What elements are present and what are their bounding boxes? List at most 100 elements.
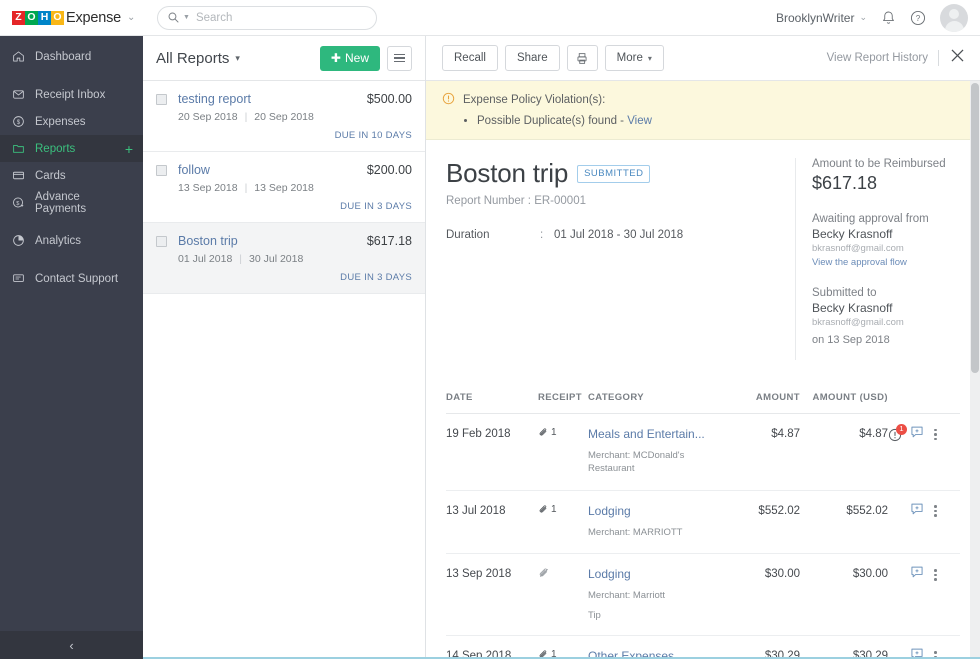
report-name[interactable]: testing report — [178, 92, 251, 106]
bell-icon[interactable] — [881, 10, 896, 26]
expense-category-link[interactable]: Lodging — [588, 567, 712, 581]
report-number: Report Number : ER-00001 — [446, 195, 586, 207]
report-name[interactable]: follow — [178, 163, 210, 177]
search-icon — [168, 12, 179, 23]
table-row[interactable]: 13 Sep 2018 Lodging Merchant: Marriott T… — [446, 553, 960, 637]
policy-violation-banner: Expense Policy Violation(s): Possible Du… — [426, 81, 980, 140]
sidebar-item-cards[interactable]: Cards — [0, 162, 143, 189]
new-report-label: New — [344, 51, 369, 65]
detail-scroll-area[interactable]: Expense Policy Violation(s): Possible Du… — [426, 81, 980, 659]
report-start-date: 20 Sep 2018 — [178, 111, 238, 123]
recall-button[interactable]: Recall — [442, 45, 498, 71]
view-duplicates-link[interactable]: View — [627, 115, 652, 127]
report-header: Boston trip SUBMITTED Report Number : ER… — [426, 140, 980, 366]
submitted-to-label: Submitted to — [812, 287, 877, 299]
more-button[interactable]: More ▾ — [604, 45, 664, 71]
brand-product-name: Expense — [66, 9, 122, 26]
brand-logo[interactable]: ZOHO Expense ⌄ — [0, 10, 143, 26]
sidebar-item-label: Expenses — [35, 115, 86, 128]
expense-date: 13 Sep 2018 — [446, 553, 538, 637]
organization-name: BrooklynWriter — [775, 10, 855, 25]
table-row[interactable]: 19 Feb 2018 1 Meals and Entertain... Mer… — [446, 413, 960, 491]
avatar[interactable] — [940, 3, 968, 32]
sidebar-item-label: Receipt Inbox — [35, 88, 106, 101]
receipt-count: 1 — [551, 503, 557, 515]
report-amount: $500.00 — [366, 92, 412, 106]
dot — [934, 578, 937, 581]
submitted-on-date: on 13 Sep 2018 — [812, 334, 890, 346]
new-report-button[interactable]: ✚ New — [319, 45, 380, 71]
reports-list-panel: All Reports ▾ ✚ New testing report $500.… — [143, 36, 426, 659]
report-checkbox[interactable] — [156, 236, 167, 247]
add-report-icon[interactable]: + — [125, 142, 133, 156]
receipt-indicator[interactable]: 1 — [538, 504, 588, 515]
scrollbar-thumb[interactable] — [971, 83, 979, 373]
column-header-category: CATEGORY — [588, 392, 712, 414]
approval-flow-link[interactable]: View the approval flow — [812, 257, 966, 268]
expenses-table-wrapper: DATE RECEIPT CATEGORY AMOUNT AMOUNT (USD… — [426, 392, 980, 659]
reports-list-scroll[interactable]: testing report $500.00 20 Sep 2018 | 20 … — [143, 81, 425, 659]
report-checkbox[interactable] — [156, 94, 167, 105]
kebab-menu-icon[interactable] — [934, 428, 937, 441]
sidebar-item-reports[interactable]: Reports + — [0, 135, 143, 162]
duration-value: 01 Jul 2018 - 30 Jul 2018 — [554, 229, 684, 241]
table-row[interactable]: 13 Jul 2018 1 Lodging Merchant: MARRIOTT… — [446, 490, 960, 555]
dot — [934, 573, 937, 577]
view-report-history-link[interactable]: View Report History — [827, 52, 928, 64]
sidebar-item-dashboard[interactable]: Dashboard — [0, 43, 143, 70]
report-header-left: Boston trip SUBMITTED Report Number : ER… — [426, 158, 795, 366]
chevron-down-icon: ▾ — [235, 52, 240, 63]
close-icon[interactable] — [949, 47, 966, 69]
sidebar-item-receipt-inbox[interactable]: Receipt Inbox — [0, 81, 143, 108]
report-name[interactable]: Boston trip — [178, 234, 238, 248]
paperclip-icon — [539, 504, 547, 513]
table-row[interactable]: 14 Sep 2018 1 Other Expenses $30.29 $30.… — [446, 636, 960, 659]
comment-add-icon[interactable] — [910, 565, 924, 584]
sidebar-item-analytics[interactable]: Analytics — [0, 227, 143, 254]
kebab-menu-icon[interactable] — [934, 505, 937, 517]
comment-add-icon[interactable] — [910, 502, 924, 521]
share-button[interactable]: Share — [504, 45, 560, 71]
expense-receipt-cell — [538, 553, 588, 637]
expense-amount: $552.02 — [712, 490, 800, 555]
expense-actions: 1 — [888, 423, 960, 444]
list-view-options-button[interactable] — [387, 45, 412, 71]
dollar-circle-icon: $ — [11, 115, 25, 128]
expenses-table: DATE RECEIPT CATEGORY AMOUNT AMOUNT (USD… — [446, 392, 960, 659]
expenses-table-body: 19 Feb 2018 1 Meals and Entertain... Mer… — [446, 413, 960, 659]
comment-add-icon[interactable] — [910, 425, 924, 444]
print-button[interactable] — [566, 45, 598, 71]
receipt-indicator[interactable] — [538, 567, 588, 579]
list-item-top: Boston trip $617.18 — [156, 234, 412, 248]
sidebar-item-advance-payments[interactable]: $ Advance Payments — [0, 189, 143, 216]
app-body: Dashboard Receipt Inbox $ Expenses Repor… — [0, 36, 980, 659]
sidebar-collapse-button[interactable]: ‹ — [0, 631, 143, 659]
kebab-menu-icon[interactable] — [934, 569, 937, 581]
expense-category-link[interactable]: Meals and Entertain... — [588, 427, 712, 441]
receipt-indicator[interactable]: 1 — [538, 427, 588, 438]
report-checkbox[interactable] — [156, 165, 167, 176]
detail-vertical-scrollbar[interactable] — [970, 81, 980, 659]
help-circle-icon[interactable]: ? — [910, 10, 926, 26]
search-scope-caret-icon[interactable]: ▼ — [183, 14, 190, 21]
report-due-badge: DUE IN 3 DAYS — [340, 272, 412, 283]
sidebar-item-expenses[interactable]: $ Expenses — [0, 108, 143, 135]
dot — [934, 437, 937, 441]
reports-filter-dropdown[interactable]: All Reports ▾ — [156, 50, 240, 67]
search-box[interactable]: ▼ — [157, 5, 377, 30]
report-end-date: 20 Sep 2018 — [254, 111, 314, 123]
expense-merchant: Merchant: MARRIOTT — [588, 526, 683, 538]
expense-merchant: Merchant: Marriott — [588, 590, 666, 602]
list-item[interactable]: testing report $500.00 20 Sep 2018 | 20 … — [143, 81, 425, 152]
list-item[interactable]: Boston trip $617.18 01 Jul 2018 | 30 Jul… — [143, 223, 425, 294]
sidebar-item-contact-support[interactable]: Contact Support — [0, 265, 143, 292]
date-separator: | — [244, 111, 248, 123]
organization-switcher[interactable]: BrooklynWriter ⌄ — [776, 11, 867, 25]
search-input[interactable] — [195, 11, 366, 24]
expense-warning-indicator[interactable]: 1 — [888, 423, 907, 442]
report-dates: 20 Sep 2018 | 20 Sep 2018 — [178, 111, 412, 123]
list-item[interactable]: follow $200.00 13 Sep 2018 | 13 Sep 2018… — [143, 152, 425, 223]
chevron-down-icon[interactable]: ⌄ — [127, 12, 135, 23]
dot — [934, 505, 937, 508]
expense-category-link[interactable]: Lodging — [588, 504, 712, 518]
